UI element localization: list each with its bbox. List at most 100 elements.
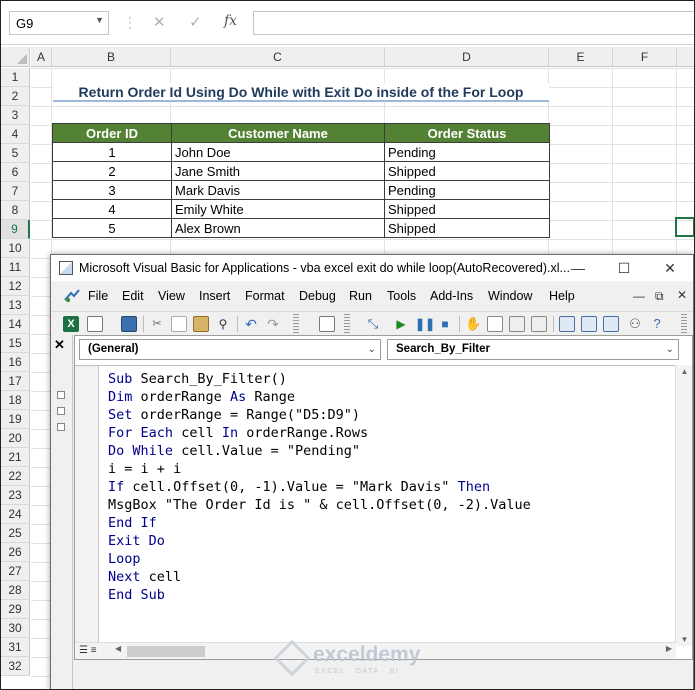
menu-help[interactable]: Help (549, 289, 575, 303)
code-line[interactable]: If cell.Offset(0, -1).Value = "Mark Davi… (108, 478, 531, 496)
row-header-10[interactable]: 10 (1, 239, 30, 258)
undo-icon[interactable]: ↶ (243, 316, 259, 332)
header-order-id[interactable]: Order ID (52, 123, 172, 143)
row-header-7[interactable]: 7 (1, 182, 30, 201)
enter-icon[interactable]: ✓ (189, 13, 202, 31)
row-header-23[interactable]: 23 (1, 486, 30, 505)
row-header-16[interactable]: 16 (1, 353, 30, 372)
code-editor[interactable]: Sub Search_By_Filter() Dim orderRange As … (75, 365, 676, 647)
row-header-15[interactable]: 15 (1, 334, 30, 353)
row-header-4[interactable]: 4 (1, 125, 30, 144)
row-header-3[interactable]: 3 (1, 106, 30, 125)
select-all-corner[interactable] (1, 47, 30, 67)
row-header-29[interactable]: 29 (1, 600, 30, 619)
row-header-20[interactable]: 20 (1, 429, 30, 448)
row-header-32[interactable]: 32 (1, 657, 30, 676)
menu-format[interactable]: Format (245, 289, 285, 303)
menu-addins[interactable]: Add-Ins (430, 289, 473, 303)
menu-window[interactable]: Window (488, 289, 532, 303)
row-header-2[interactable]: 2 (1, 87, 30, 106)
row-header-11[interactable]: 11 (1, 258, 30, 277)
insert-userform-icon[interactable] (87, 316, 103, 332)
menu-edit[interactable]: Edit (122, 289, 144, 303)
row-header-6[interactable]: 6 (1, 163, 30, 182)
order-status-cell[interactable]: Shipped (384, 218, 550, 238)
order-status-cell[interactable]: Shipped (384, 161, 550, 181)
close-icon[interactable]: ✕ (647, 255, 693, 281)
row-header-17[interactable]: 17 (1, 372, 30, 391)
properties-window-icon[interactable] (581, 316, 597, 332)
column-header-c[interactable]: C (171, 47, 385, 67)
tree-node-icon[interactable] (57, 423, 65, 431)
order-id-cell[interactable]: 2 (52, 161, 172, 181)
customer-name-cell[interactable]: Alex Brown (171, 218, 385, 238)
customer-name-cell[interactable]: Mark Davis (171, 180, 385, 200)
vba-project-icon[interactable] (63, 288, 81, 304)
cut-icon[interactable]: ✂ (149, 316, 165, 332)
row-header-1[interactable]: 1 (1, 68, 30, 87)
column-header-b[interactable]: B (52, 47, 171, 67)
menu-debug[interactable]: Debug (299, 289, 336, 303)
selected-cell-g9[interactable] (675, 217, 694, 237)
row-header-25[interactable]: 25 (1, 524, 30, 543)
row-header-31[interactable]: 31 (1, 638, 30, 657)
code-line[interactable]: End Sub (108, 586, 531, 604)
menu-file[interactable]: File (88, 289, 108, 303)
row-header-22[interactable]: 22 (1, 467, 30, 486)
code-line[interactable]: Dim orderRange As Range (108, 388, 531, 406)
column-header-d[interactable]: D (385, 47, 549, 67)
redo-icon[interactable]: ↷ (265, 316, 281, 332)
formula-input[interactable] (253, 11, 694, 35)
column-header-e[interactable]: E (549, 47, 613, 67)
tree-node-icon[interactable] (57, 407, 65, 415)
code-line[interactable]: Exit Do (108, 532, 531, 550)
row-header-26[interactable]: 26 (1, 543, 30, 562)
hand-icon[interactable]: ✋ (465, 316, 481, 332)
chevron-down-icon[interactable]: ⌄ (666, 340, 674, 359)
column-header-a[interactable]: A (31, 47, 52, 67)
properties-icon[interactable] (509, 316, 525, 332)
minimize-icon[interactable]: — (555, 255, 601, 281)
insert-function-icon[interactable]: fx (224, 13, 237, 29)
scroll-left-icon[interactable]: ◀ (115, 644, 121, 653)
comment-block-icon[interactable]: ⚇ (627, 316, 643, 332)
design-mode-icon[interactable] (319, 316, 335, 332)
row-header-24[interactable]: 24 (1, 505, 30, 524)
code-margin[interactable] (75, 366, 99, 647)
menu-view[interactable]: View (158, 289, 185, 303)
row-header-27[interactable]: 27 (1, 562, 30, 581)
scroll-right-icon[interactable]: ▶ (666, 644, 672, 653)
immediate-window-icon[interactable] (603, 316, 619, 332)
chevron-down-icon[interactable]: ⌄ (368, 340, 376, 359)
mdi-restore-icon[interactable]: ⧉ (655, 289, 664, 304)
break-icon[interactable]: ❚❚ (415, 316, 435, 332)
row-header-14[interactable]: 14 (1, 315, 30, 334)
tree-node-icon[interactable] (57, 391, 65, 399)
object-combo[interactable]: (General) ⌄ (79, 339, 381, 360)
copy-icon[interactable] (171, 316, 187, 332)
menu-run[interactable]: Run (349, 289, 372, 303)
chevron-down-icon[interactable]: ▼ (95, 15, 104, 25)
object-browser-icon[interactable] (487, 316, 503, 332)
header-order-status[interactable]: Order Status (384, 123, 550, 143)
order-status-cell[interactable]: Pending (384, 142, 550, 162)
view-excel-icon[interactable]: X (63, 316, 79, 332)
row-header-8[interactable]: 8 (1, 201, 30, 220)
scroll-down-icon[interactable]: ▼ (676, 635, 693, 644)
project-explorer-icon[interactable] (559, 316, 575, 332)
cancel-icon[interactable]: ✕ (153, 13, 166, 31)
code-text[interactable]: Sub Search_By_Filter() Dim orderRange As … (108, 370, 531, 604)
procedure-combo[interactable]: Search_By_Filter ⌄ (387, 339, 679, 360)
header-customer-name[interactable]: Customer Name (171, 123, 385, 143)
order-id-cell[interactable]: 4 (52, 199, 172, 219)
reset-icon[interactable]: ■ (437, 316, 453, 332)
customer-name-cell[interactable]: John Doe (171, 142, 385, 162)
code-line[interactable]: Sub Search_By_Filter() (108, 370, 531, 388)
help-icon[interactable]: ? (649, 316, 665, 332)
run-icon[interactable]: ▶ (393, 316, 409, 332)
menu-insert[interactable]: Insert (199, 289, 230, 303)
customer-name-cell[interactable]: Emily White (171, 199, 385, 219)
run-macro-ruler-icon[interactable]: ⤡ (365, 316, 381, 332)
row-header-21[interactable]: 21 (1, 448, 30, 467)
row-header-19[interactable]: 19 (1, 410, 30, 429)
